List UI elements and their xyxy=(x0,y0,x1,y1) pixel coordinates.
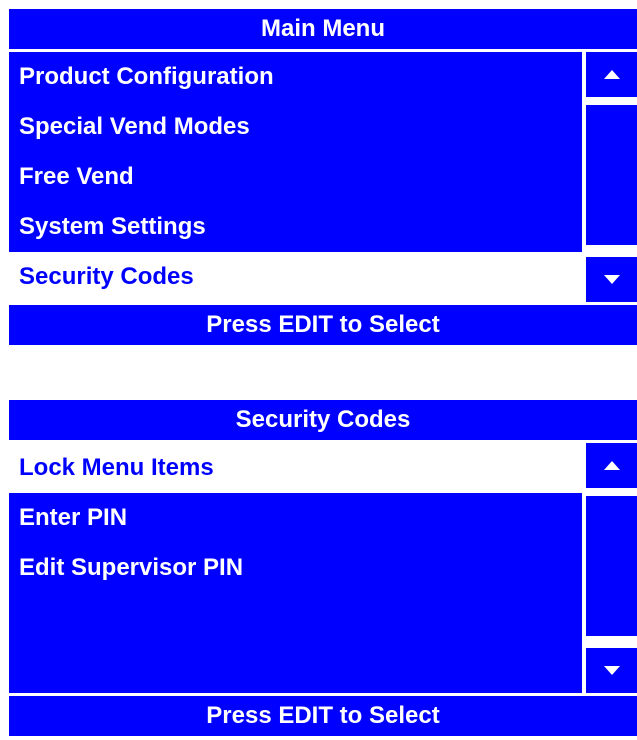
security-codes-list: Lock Menu Items Enter PIN Edit Superviso… xyxy=(9,443,582,693)
scroll-up-button[interactable] xyxy=(586,52,637,97)
menu-item-product-configuration[interactable]: Product Configuration xyxy=(9,52,582,102)
main-menu-list: Product Configuration Special Vend Modes… xyxy=(9,52,582,302)
main-menu-title: Main Menu xyxy=(9,9,637,49)
scroll-track[interactable] xyxy=(586,496,637,636)
main-menu-body: Product Configuration Special Vend Modes… xyxy=(9,52,637,302)
menu-item-lock-menu-items[interactable]: Lock Menu Items xyxy=(9,443,582,493)
security-codes-title: Security Codes xyxy=(9,400,637,440)
scroll-track[interactable] xyxy=(586,105,637,245)
scroll-up-button[interactable] xyxy=(586,443,637,488)
security-codes-scrollbar[interactable] xyxy=(586,443,637,693)
menu-item-free-vend[interactable]: Free Vend xyxy=(9,152,582,202)
menu-item-special-vend-modes[interactable]: Special Vend Modes xyxy=(9,102,582,152)
menu-item-empty xyxy=(9,593,582,693)
menu-item-edit-supervisor-pin[interactable]: Edit Supervisor PIN xyxy=(9,543,582,593)
security-codes-footer: Press EDIT to Select xyxy=(9,696,637,736)
menu-item-security-codes[interactable]: Security Codes xyxy=(9,252,582,302)
main-menu-footer: Press EDIT to Select xyxy=(9,305,637,345)
down-triangle-icon xyxy=(603,275,620,284)
main-menu-screen: Main Menu Product Configuration Special … xyxy=(9,9,637,345)
down-triangle-icon xyxy=(603,666,620,675)
security-codes-screen: Security Codes Lock Menu Items Enter PIN… xyxy=(9,400,637,736)
up-triangle-icon xyxy=(603,70,620,79)
main-menu-scrollbar[interactable] xyxy=(586,52,637,302)
menu-item-enter-pin[interactable]: Enter PIN xyxy=(9,493,582,543)
up-triangle-icon xyxy=(603,461,620,470)
scroll-down-button[interactable] xyxy=(586,648,637,693)
scroll-down-button[interactable] xyxy=(586,257,637,302)
menu-item-system-settings[interactable]: System Settings xyxy=(9,202,582,252)
security-codes-body: Lock Menu Items Enter PIN Edit Superviso… xyxy=(9,443,637,693)
